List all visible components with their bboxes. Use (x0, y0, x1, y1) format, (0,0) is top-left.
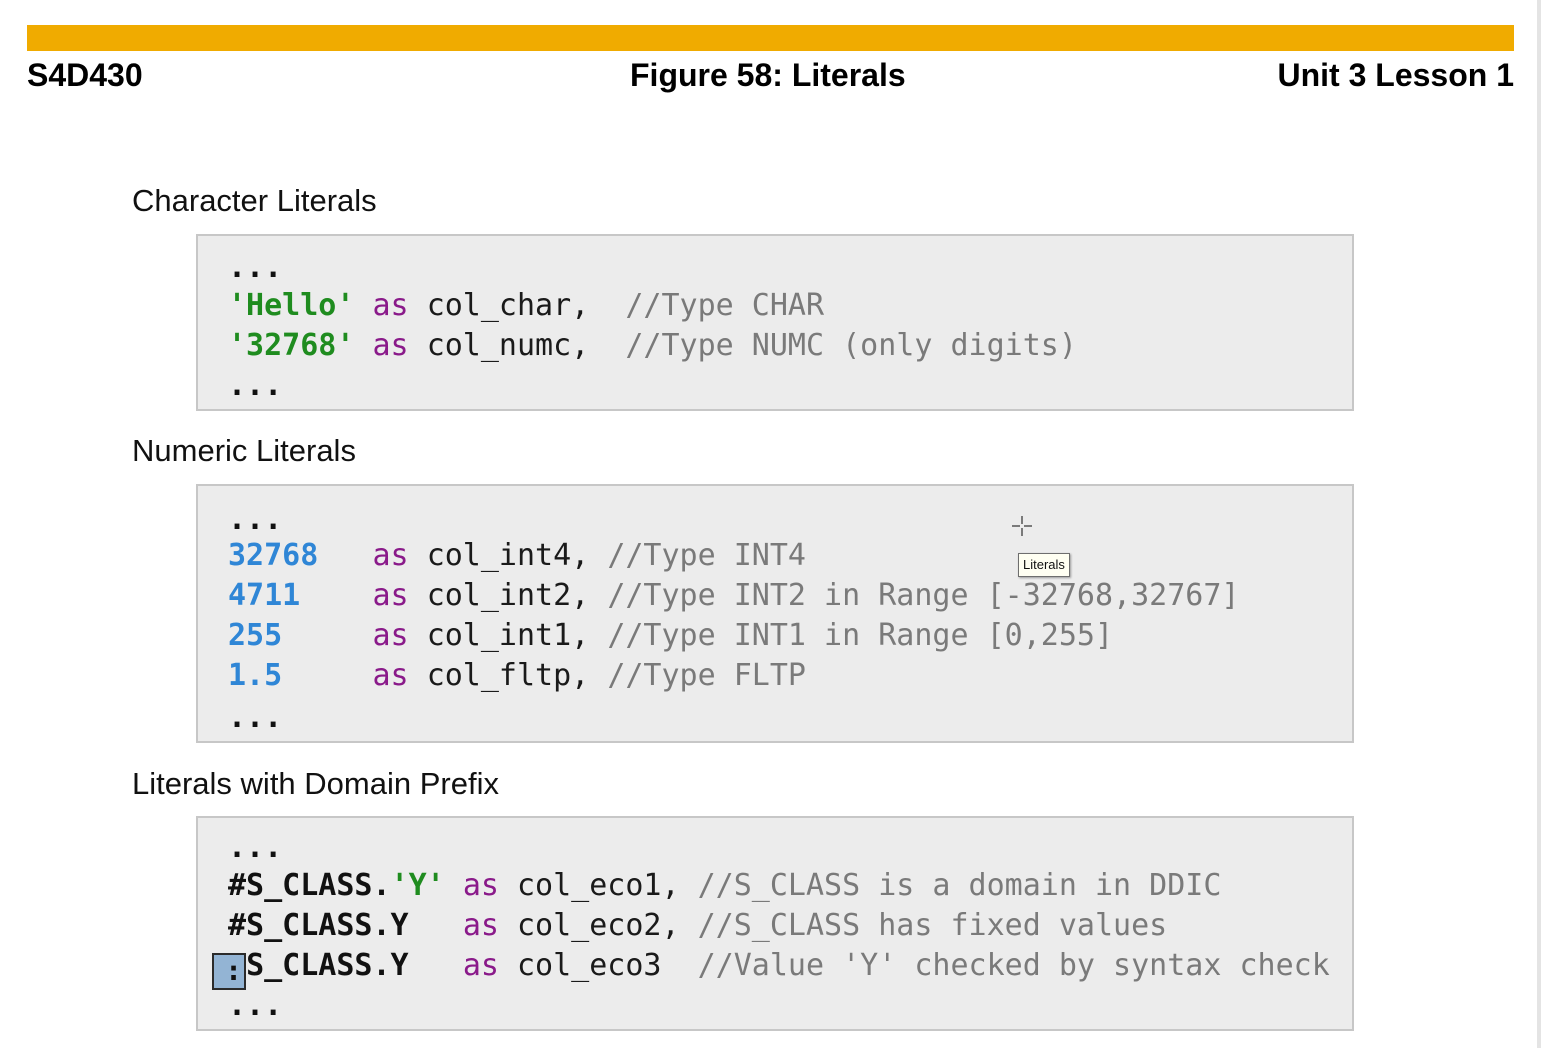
code-line: '32768' as col_numc, //Type NUMC (only d… (228, 326, 1077, 366)
domain-prefix: S_CLASS.Y (246, 948, 409, 983)
column-name: col_eco1, (517, 868, 680, 903)
keyword-as: as (462, 868, 499, 903)
code-comment: //Type FLTP (607, 658, 806, 693)
keyword-as: as (372, 578, 409, 613)
keyword-as: as (372, 538, 409, 573)
code-line: 4711 as col_int2, //Type INT2 in Range [… (228, 576, 1239, 616)
char-literal: 'Y' (390, 868, 445, 903)
code-block-character: ... 'Hello' as col_char, //Type CHAR '32… (196, 234, 1354, 411)
domain-prefix: #S_CLASS. (228, 868, 391, 903)
keyword-as: as (372, 328, 409, 363)
column-name: col_int4, (426, 538, 590, 573)
column-name: col_char, (426, 288, 590, 323)
column-name: col_numc, (426, 328, 590, 363)
numeric-literal: 1.5 (228, 658, 283, 693)
column-name: col_int1, (426, 618, 590, 653)
code-comment: //S_CLASS has fixed values (697, 908, 1168, 943)
keyword-as: as (462, 908, 499, 943)
char-literal: '32768' (228, 328, 355, 363)
domain-prefix: #S_CLASS.Y (228, 908, 409, 943)
tooltip: Literals (1018, 553, 1070, 577)
code-line: #S_CLASS.'Y' as col_eco1, //S_CLASS is a… (228, 866, 1221, 906)
code-comment: //S_CLASS is a domain in DDIC (697, 868, 1222, 903)
window-right-edge (1537, 0, 1541, 1048)
code-line: S_CLASS.Y as col_eco3 //Value 'Y' checke… (228, 946, 1330, 986)
ellipsis: ... (228, 700, 283, 735)
ellipsis: ... (228, 988, 283, 1023)
column-name: col_eco2, (517, 908, 680, 943)
unit-lesson: Unit 3 Lesson 1 (1277, 57, 1515, 93)
text-caret-selection[interactable]: : (212, 953, 246, 990)
numeric-literal: 255 (228, 618, 283, 653)
section-title-domain: Literals with Domain Prefix (132, 766, 499, 801)
code-block-domain: ... #S_CLASS.'Y' as col_eco1, //S_CLASS … (196, 816, 1354, 1031)
keyword-as: as (372, 658, 409, 693)
section-title-numeric: Numeric Literals (132, 433, 356, 468)
accent-bar (27, 25, 1514, 51)
code-line: 1.5 as col_fltp, //Type FLTP (228, 656, 806, 696)
keyword-as: as (372, 618, 409, 653)
keyword-as: as (462, 948, 499, 983)
ellipsis: ... (228, 502, 283, 537)
numeric-literal: 4711 (228, 578, 301, 613)
section-title-character: Character Literals (132, 183, 377, 218)
ellipsis: ... (228, 250, 283, 285)
keyword-as: as (372, 288, 409, 323)
code-comment: //Type INT4 (607, 538, 806, 573)
column-name: col_fltp, (426, 658, 590, 693)
column-name: col_int2, (426, 578, 590, 613)
code-comment: //Type NUMC (only digits) (625, 328, 1077, 363)
code-block-numeric: ... 32768 as col_int4, //Type INT4 4711 … (196, 484, 1354, 743)
code-comment: //Value 'Y' checked by syntax check (697, 948, 1330, 983)
ellipsis: ... (228, 368, 283, 403)
code-line: #S_CLASS.Y as col_eco2, //S_CLASS has fi… (228, 906, 1167, 946)
crosshair-cursor-icon (1012, 516, 1032, 536)
numeric-literal: 32768 (228, 538, 319, 573)
code-comment: //Type INT2 in Range [-32768,32767] (607, 578, 1240, 613)
char-literal: 'Hello' (228, 288, 355, 323)
code-line: 'Hello' as col_char, //Type CHAR (228, 286, 824, 326)
column-name: col_eco3 (517, 948, 662, 983)
course-code: S4D430 (27, 57, 143, 93)
code-line: 255 as col_int1, //Type INT1 in Range [0… (228, 616, 1113, 656)
ellipsis: ... (228, 830, 283, 865)
code-line: 32768 as col_int4, //Type INT4 (228, 536, 806, 576)
code-comment: //Type INT1 in Range [0,255] (607, 618, 1114, 653)
figure-title: Figure 58: Literals (630, 57, 906, 93)
code-comment: //Type CHAR (625, 288, 825, 323)
